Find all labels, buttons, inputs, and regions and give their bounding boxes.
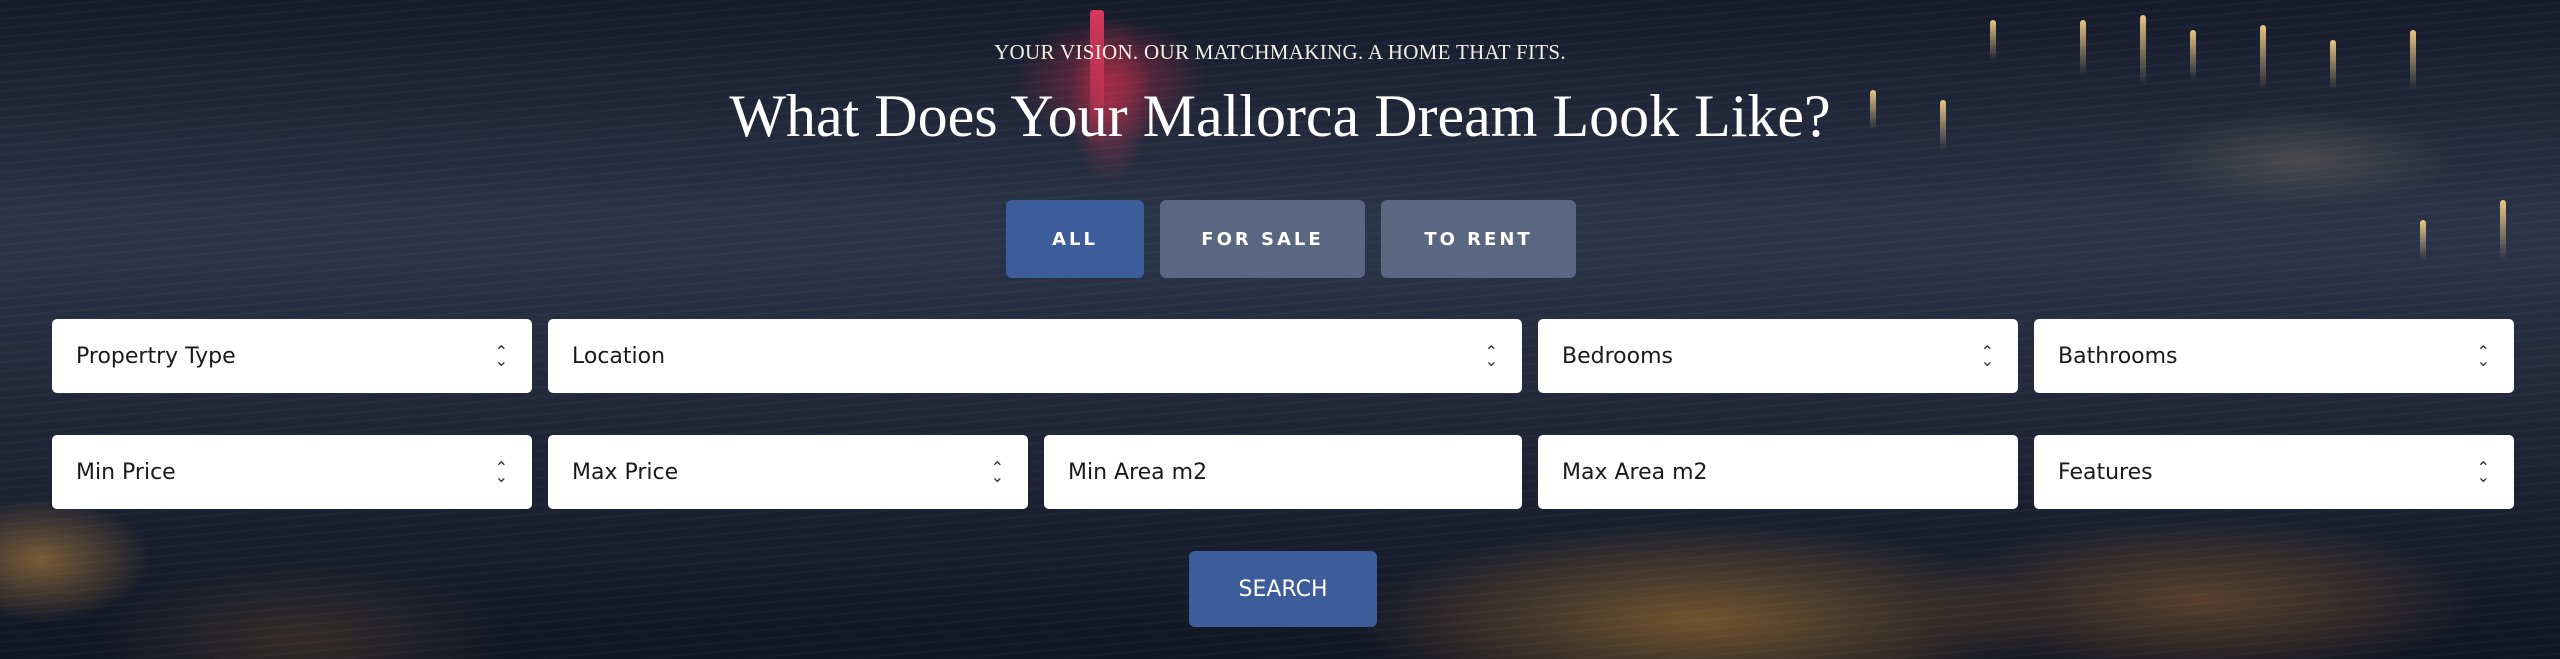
max-area-input[interactable]: Max Area m2 xyxy=(1538,435,2018,509)
location-label: Location xyxy=(572,343,666,369)
min-price-label: Min Price xyxy=(76,459,176,485)
search-button[interactable]: SEARCH xyxy=(1189,551,1377,627)
chevron-updown-icon: ⌃ ⌄ xyxy=(990,458,1004,486)
chevron-updown-icon: ⌃ ⌄ xyxy=(1980,342,1994,370)
chevron-updown-icon: ⌃ ⌄ xyxy=(494,458,508,486)
min-area-input[interactable]: Min Area m2 xyxy=(1044,435,1522,509)
chevron-updown-icon: ⌃ ⌄ xyxy=(2476,342,2490,370)
location-select[interactable]: Location ⌃ ⌄ xyxy=(548,319,1522,393)
min-area-placeholder: Min Area m2 xyxy=(1068,459,1208,485)
bathrooms-select[interactable]: Bathrooms ⌃ ⌄ xyxy=(2034,319,2514,393)
features-select[interactable]: Features ⌃ ⌄ xyxy=(2034,435,2514,509)
chevron-updown-icon: ⌃ ⌄ xyxy=(2476,458,2490,486)
tab-all[interactable]: ALL xyxy=(1006,200,1144,278)
tab-to-rent[interactable]: TO RENT xyxy=(1381,200,1576,278)
min-price-select[interactable]: Min Price ⌃ ⌄ xyxy=(52,435,532,509)
features-label: Features xyxy=(2058,459,2153,485)
max-price-select[interactable]: Max Price ⌃ ⌄ xyxy=(548,435,1028,509)
property-type-select[interactable]: Propertry Type ⌃ ⌄ xyxy=(52,319,532,393)
bathrooms-label: Bathrooms xyxy=(2058,343,2178,369)
hero-headline: What Does Your Mallorca Dream Look Like? xyxy=(729,83,1831,149)
max-price-label: Max Price xyxy=(572,459,679,485)
bedrooms-select[interactable]: Bedrooms ⌃ ⌄ xyxy=(1538,319,2018,393)
property-type-label: Propertry Type xyxy=(76,343,236,369)
max-area-placeholder: Max Area m2 xyxy=(1562,459,1708,485)
tab-for-sale[interactable]: FOR SALE xyxy=(1160,200,1365,278)
chevron-updown-icon: ⌃ ⌄ xyxy=(494,342,508,370)
chevron-updown-icon: ⌃ ⌄ xyxy=(1484,342,1498,370)
hero-tagline: YOUR VISION. OUR MATCHMAKING. A HOME THA… xyxy=(994,40,1566,64)
bedrooms-label: Bedrooms xyxy=(1562,343,1673,369)
